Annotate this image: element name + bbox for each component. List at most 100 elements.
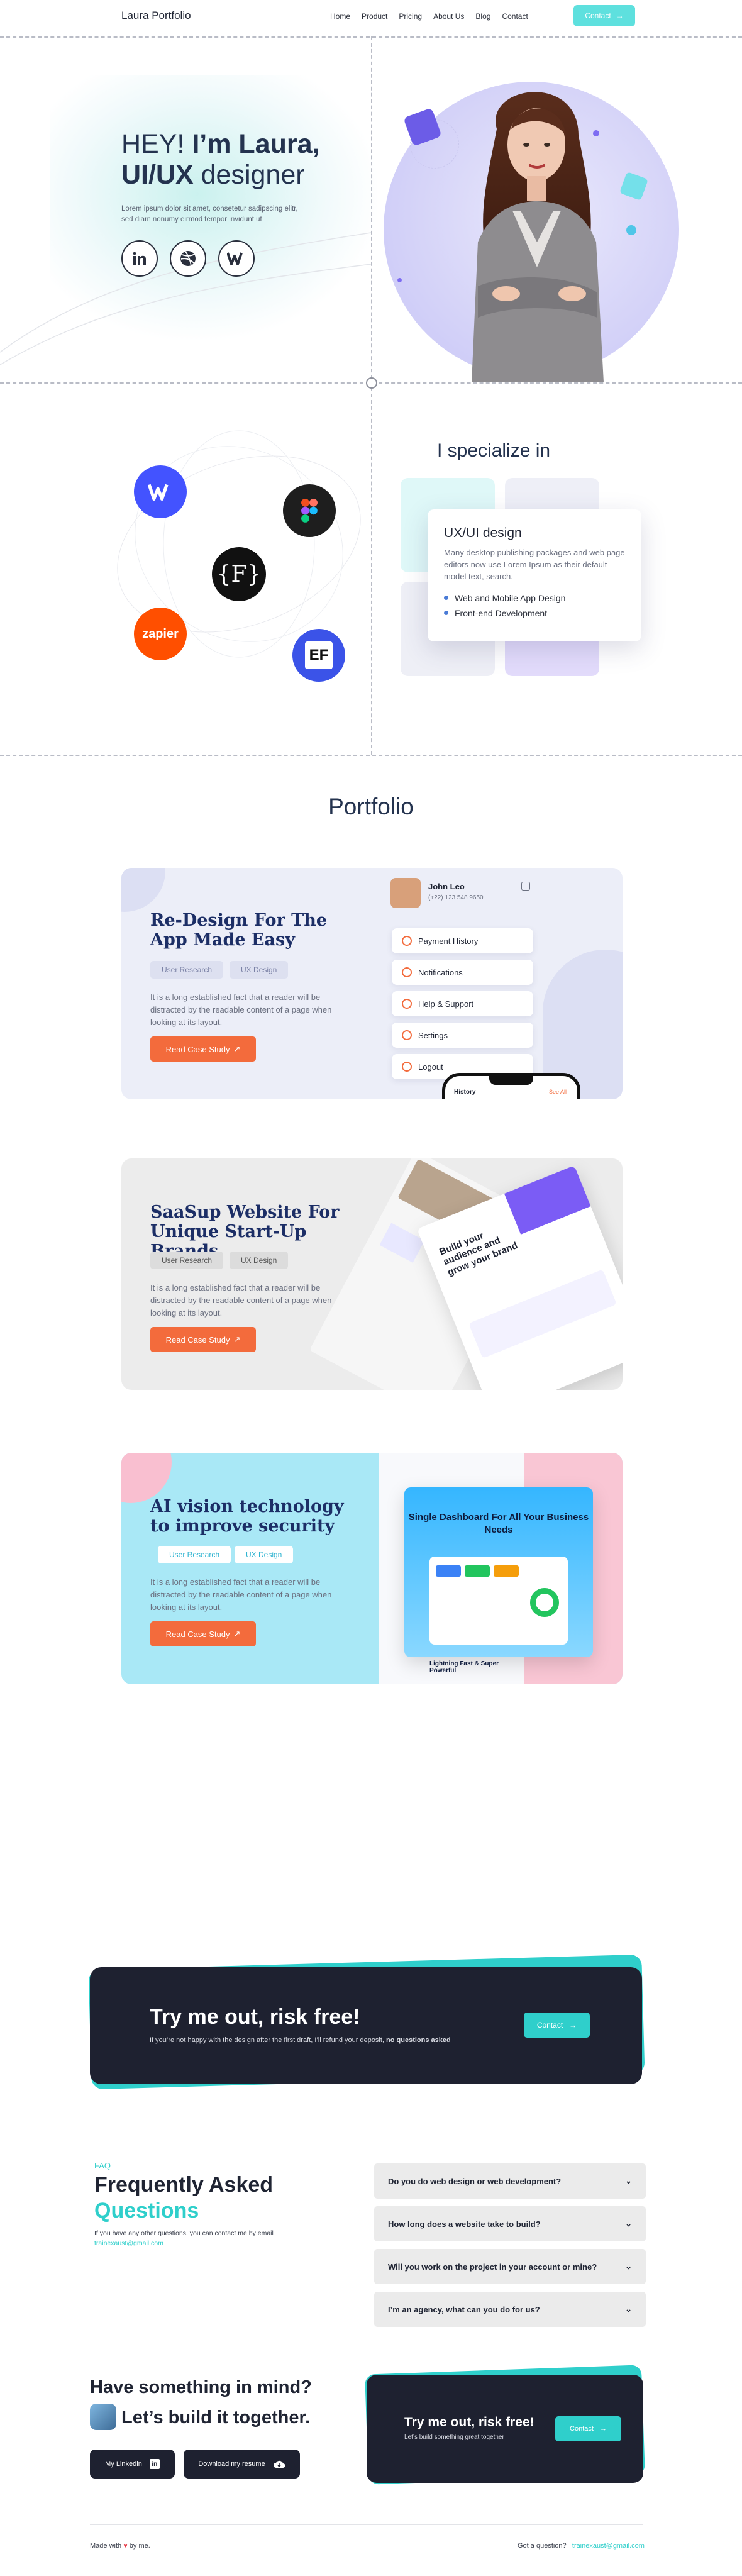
logout-icon bbox=[402, 1062, 412, 1072]
bottom-title: Have something in mind? bbox=[90, 2377, 312, 2397]
footer-made-with: Made with ♥ by me. bbox=[90, 2542, 150, 2550]
mockup-subheading: Lightning Fast & Super Powerful bbox=[429, 1660, 499, 1674]
webflow-button[interactable] bbox=[218, 240, 255, 277]
mockup-hero-band bbox=[504, 1165, 591, 1235]
tag-user-research: User Research bbox=[158, 1546, 231, 1563]
footer-question-text: Got a question? bbox=[518, 2542, 567, 2550]
faq-question[interactable]: Will you work on the project in your acc… bbox=[374, 2249, 646, 2284]
specialize-card: UX/UI design Many desktop publishing pac… bbox=[428, 509, 641, 641]
hero-heading: HEY! I’m Laura, bbox=[121, 129, 319, 159]
help-icon bbox=[402, 999, 412, 1009]
footer-email-link[interactable]: trainexaust@gmail.com bbox=[572, 2542, 645, 2550]
linkedin-icon bbox=[133, 252, 146, 265]
webflow-icon bbox=[148, 484, 169, 501]
cta-panel: Try me out, risk free! If you’re not hap… bbox=[90, 1967, 642, 2084]
nav-item-product[interactable]: Product bbox=[362, 12, 387, 21]
nav-contact-label: Contact bbox=[585, 11, 611, 20]
payment-icon bbox=[402, 936, 412, 946]
portfolio-card-2: SaaSup Website For Unique Start-Up Brand… bbox=[121, 1158, 623, 1390]
read-case-study-button[interactable]: Read Case Study ↗ bbox=[150, 1327, 256, 1352]
footer-question: Got a question? trainexaust@gmail.com bbox=[518, 2542, 645, 2550]
specialize-title: I specialize in bbox=[437, 440, 551, 461]
chevron-down-icon: ⌄ bbox=[625, 2304, 632, 2314]
download-resume-button[interactable]: Download my resume bbox=[184, 2450, 300, 2479]
mockup-heading: Build your audience and grow your brand bbox=[438, 1230, 519, 1278]
nav-item-home[interactable]: Home bbox=[330, 12, 350, 21]
portfolio-title: Portfolio bbox=[328, 794, 414, 819]
button-label: Read Case Study bbox=[165, 1044, 230, 1054]
nav-item-contact[interactable]: Contact bbox=[502, 12, 528, 21]
faq-question[interactable]: I’m an agency, what can you do for us? ⌄ bbox=[374, 2292, 646, 2327]
cta-title: Try me out, risk free! bbox=[150, 2005, 360, 2029]
menu-label: Help & Support bbox=[418, 999, 474, 1009]
faq-label: FAQ bbox=[94, 2161, 111, 2170]
mini-cta-contact-button[interactable]: Contact → bbox=[555, 2416, 621, 2441]
read-case-study-button[interactable]: Read Case Study ↗ bbox=[150, 1036, 256, 1062]
figma-tool-icon bbox=[283, 484, 336, 537]
faq-question[interactable]: Do you do web design or web development?… bbox=[374, 2163, 646, 2199]
chevron-down-icon: ⌄ bbox=[625, 2176, 632, 2185]
menu-label: Notifications bbox=[418, 967, 463, 977]
linkedin-button[interactable] bbox=[121, 240, 158, 277]
webflow-tool-icon bbox=[134, 465, 187, 518]
button-label: Contact bbox=[570, 2425, 594, 2433]
chevron-down-icon: ⌄ bbox=[625, 2219, 632, 2228]
button-label: Read Case Study bbox=[165, 1629, 230, 1639]
elementor-tool-icon: EF bbox=[292, 629, 345, 682]
mini-cta-subtitle: Let’s build something great together bbox=[404, 2434, 504, 2441]
dashboard-mockup: Single Dashboard For All Your Business N… bbox=[404, 1487, 593, 1657]
menu-label: Payment History bbox=[418, 936, 479, 946]
specialize-bullet: Front-end Development bbox=[444, 608, 625, 618]
nav-contact-button[interactable]: Contact → bbox=[573, 5, 635, 26]
edit-icon[interactable] bbox=[521, 882, 530, 891]
cloud-download-icon bbox=[273, 2460, 285, 2468]
mini-cta: Try me out, risk free! Let’s build somet… bbox=[365, 2365, 645, 2485]
cta-banner: Try me out, risk free! If you’re not hap… bbox=[88, 1954, 645, 2090]
mini-cta-title: Try me out, risk free! bbox=[404, 2415, 534, 2429]
footer-suffix: by me. bbox=[129, 2542, 150, 2550]
button-label: Read Case Study bbox=[165, 1335, 230, 1345]
zapier-icon: zapier bbox=[142, 626, 179, 641]
portfolio-card-1: Re-Design For The App Made Easy User Res… bbox=[121, 868, 623, 1099]
bullet-text: Front-end Development bbox=[455, 608, 548, 618]
hero-role-rest: designer bbox=[193, 160, 305, 190]
cta-contact-button[interactable]: Contact → bbox=[524, 2012, 590, 2038]
mockup-block bbox=[468, 1269, 617, 1358]
hero-role-bold: UI/UX bbox=[121, 160, 194, 190]
arrow-right-icon: → bbox=[599, 2425, 607, 2433]
menu-settings[interactable]: Settings bbox=[392, 1023, 533, 1048]
cta-subtitle-bold: no questions asked bbox=[386, 2036, 451, 2044]
purple-dot bbox=[397, 278, 402, 282]
button-label: Contact bbox=[536, 2021, 563, 2029]
nav-item-blog[interactable]: Blog bbox=[475, 12, 490, 21]
decor-circle bbox=[121, 868, 165, 912]
nav-item-about[interactable]: About Us bbox=[433, 12, 464, 21]
menu-payment-history[interactable]: Payment History bbox=[392, 928, 533, 953]
specialize-card-title: UX/UI design bbox=[444, 526, 522, 540]
dribbble-button[interactable] bbox=[170, 240, 206, 277]
read-case-study-button[interactable]: Read Case Study ↗ bbox=[150, 1621, 256, 1646]
footer-divider bbox=[90, 2524, 643, 2525]
card-description: It is a long established fact that a rea… bbox=[150, 1283, 332, 1318]
bullet-dot bbox=[444, 611, 448, 616]
site-logo[interactable]: Laura Portfolio bbox=[121, 9, 191, 22]
cta-subtitle: If you’re not happy with the design afte… bbox=[150, 2036, 451, 2044]
menu-help-support[interactable]: Help & Support bbox=[392, 991, 533, 1016]
tag-user-research: User Research bbox=[150, 961, 224, 979]
bullet-text: Web and Mobile App Design bbox=[455, 592, 566, 603]
linkedin-icon: in bbox=[149, 2459, 160, 2469]
hero-description: Lorem ipsum dolor sit amet, consetetur s… bbox=[121, 205, 298, 224]
footer-prefix: Made with bbox=[90, 2542, 122, 2550]
my-linkedin-button[interactable]: My Linkedin in bbox=[90, 2450, 175, 2479]
menu-notifications[interactable]: Notifications bbox=[392, 960, 533, 985]
faq-email-link[interactable]: trainexaust@gmail.com bbox=[94, 2239, 302, 2249]
mini-cta-panel: Try me out, risk free! Let’s build somet… bbox=[367, 2375, 643, 2483]
stat-tile bbox=[465, 1565, 490, 1577]
chevron-down-icon: ⌄ bbox=[625, 2262, 632, 2271]
menu-label: Settings bbox=[418, 1030, 448, 1040]
faq-question[interactable]: How long does a website take to build? ⌄ bbox=[374, 2206, 646, 2241]
specialize-card-text: Many desktop publishing packages and web… bbox=[444, 548, 625, 581]
nav-item-pricing[interactable]: Pricing bbox=[399, 12, 422, 21]
hero-name: I’m Laura, bbox=[192, 129, 320, 159]
nav-menu: Home Product Pricing About Us Blog Conta… bbox=[330, 12, 528, 21]
